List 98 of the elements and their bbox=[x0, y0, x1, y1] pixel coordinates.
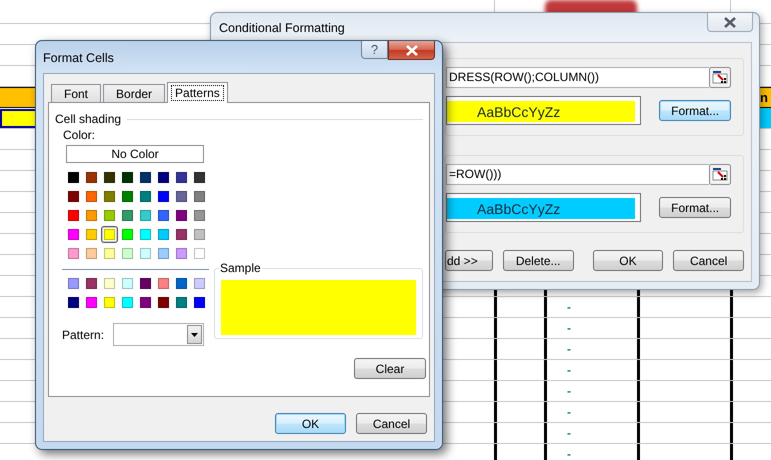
color-swatch[interactable] bbox=[101, 169, 118, 186]
format-button[interactable]: Format... bbox=[659, 100, 731, 121]
cancel-button[interactable]: Cancel bbox=[673, 250, 744, 271]
color-swatch[interactable] bbox=[191, 226, 208, 243]
color-swatch[interactable] bbox=[65, 294, 82, 311]
formula-field[interactable]: =ROW())) bbox=[446, 164, 709, 185]
table-cell-text: - bbox=[567, 320, 571, 337]
color-swatch[interactable] bbox=[65, 226, 82, 243]
color-swatch[interactable] bbox=[65, 207, 82, 224]
color-swatch[interactable] bbox=[137, 275, 154, 292]
color-swatch[interactable] bbox=[173, 207, 190, 224]
tab[interactable]: Font bbox=[51, 84, 102, 102]
table-cell-text: - bbox=[567, 341, 571, 358]
color-swatch[interactable] bbox=[191, 207, 208, 224]
help-button[interactable]: ? bbox=[361, 41, 388, 59]
sample-label: Sample bbox=[219, 261, 262, 275]
close-icon bbox=[404, 44, 418, 56]
table-cell-text: - bbox=[567, 404, 571, 421]
color-swatch[interactable] bbox=[137, 207, 154, 224]
color-label: Color: bbox=[63, 128, 96, 142]
color-swatch[interactable] bbox=[65, 169, 82, 186]
color-swatch[interactable] bbox=[83, 169, 100, 186]
color-swatch[interactable] bbox=[137, 226, 154, 243]
ok-button[interactable]: OK bbox=[275, 413, 346, 434]
color-swatch[interactable] bbox=[191, 275, 208, 292]
close-icon bbox=[723, 16, 737, 28]
table-cell-text: - bbox=[567, 299, 571, 316]
color-swatch[interactable] bbox=[119, 207, 136, 224]
color-swatch[interactable] bbox=[83, 275, 100, 292]
color-swatch[interactable] bbox=[101, 245, 118, 262]
color-swatch[interactable] bbox=[191, 169, 208, 186]
delete-button[interactable]: Delete... bbox=[502, 250, 574, 271]
color-swatch[interactable] bbox=[191, 188, 208, 205]
table-cell-text: - bbox=[567, 425, 571, 442]
color-swatch[interactable] bbox=[101, 188, 118, 205]
highlighted-cell bbox=[0, 109, 37, 128]
color-swatch[interactable] bbox=[173, 188, 190, 205]
color-swatch[interactable] bbox=[155, 245, 172, 262]
cancel-button[interactable]: Cancel bbox=[356, 413, 427, 434]
color-swatch[interactable] bbox=[119, 169, 136, 186]
color-swatch[interactable] bbox=[155, 169, 172, 186]
preview-text: AaBbCcYyZz bbox=[447, 198, 636, 219]
color-swatch[interactable] bbox=[83, 188, 100, 205]
color-swatch[interactable] bbox=[65, 245, 82, 262]
color-swatch[interactable] bbox=[101, 294, 118, 311]
add-button[interactable]: dd >> bbox=[445, 250, 493, 271]
color-swatch[interactable] bbox=[155, 207, 172, 224]
color-swatch[interactable] bbox=[155, 226, 172, 243]
color-swatch[interactable] bbox=[119, 294, 136, 311]
range-picker-icon[interactable] bbox=[709, 67, 731, 88]
color-swatch[interactable] bbox=[119, 226, 136, 243]
ok-button[interactable]: OK bbox=[592, 250, 664, 271]
color-swatch[interactable] bbox=[173, 226, 190, 243]
color-swatch[interactable] bbox=[173, 294, 190, 311]
color-swatch[interactable] bbox=[65, 275, 82, 292]
color-swatch[interactable] bbox=[83, 226, 100, 243]
color-swatch[interactable] bbox=[101, 275, 118, 292]
window-title: Format Cells bbox=[43, 51, 114, 65]
color-swatch[interactable] bbox=[83, 207, 100, 224]
color-swatch[interactable] bbox=[191, 245, 208, 262]
color-swatch[interactable] bbox=[155, 188, 172, 205]
table-cell-text: - bbox=[567, 383, 571, 400]
no-color-button[interactable]: No Color bbox=[66, 145, 204, 163]
color-swatch[interactable] bbox=[137, 294, 154, 311]
close-button[interactable] bbox=[707, 13, 753, 32]
color-swatch[interactable] bbox=[101, 226, 118, 243]
color-swatch[interactable] bbox=[173, 245, 190, 262]
table-cell-text: n bbox=[760, 89, 769, 107]
tab[interactable]: Border bbox=[103, 84, 166, 102]
color-swatch[interactable] bbox=[173, 275, 190, 292]
tab[interactable]: Patterns bbox=[167, 82, 228, 103]
clear-button[interactable]: Clear bbox=[354, 358, 426, 379]
color-swatch[interactable] bbox=[83, 245, 100, 262]
color-swatch[interactable] bbox=[119, 275, 136, 292]
color-swatch[interactable] bbox=[119, 245, 136, 262]
section-label: Cell shading bbox=[55, 112, 122, 126]
pattern-label: Pattern: bbox=[62, 328, 104, 342]
color-swatch[interactable] bbox=[155, 294, 172, 311]
color-swatch[interactable] bbox=[137, 169, 154, 186]
color-swatch[interactable] bbox=[191, 294, 208, 311]
dropdown-arrow-icon bbox=[191, 332, 198, 336]
color-swatch[interactable] bbox=[101, 207, 118, 224]
range-picker-icon[interactable] bbox=[709, 164, 731, 185]
color-swatch[interactable] bbox=[83, 294, 100, 311]
formula-field[interactable]: DRESS(ROW();COLUMN()) bbox=[446, 67, 709, 88]
table-cell-text: - bbox=[567, 446, 571, 460]
color-swatch[interactable] bbox=[173, 169, 190, 186]
format-button[interactable]: Format... bbox=[659, 197, 731, 218]
close-button[interactable] bbox=[388, 41, 435, 60]
color-swatch[interactable] bbox=[65, 188, 82, 205]
table-cell-text: - bbox=[567, 362, 571, 379]
color-swatch[interactable] bbox=[137, 245, 154, 262]
window-title: Conditional Formatting bbox=[218, 20, 345, 34]
color-swatch[interactable] bbox=[155, 275, 172, 292]
preview-text: AaBbCcYyZz bbox=[447, 101, 636, 122]
pattern-dropdown[interactable] bbox=[113, 323, 204, 346]
color-swatch[interactable] bbox=[119, 188, 136, 205]
color-swatch[interactable] bbox=[137, 188, 154, 205]
